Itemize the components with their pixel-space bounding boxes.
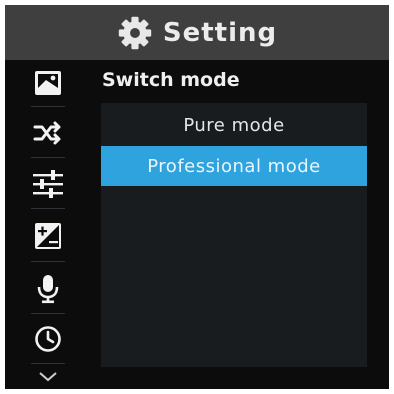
scroll-down-button[interactable] (19, 365, 77, 389)
sidebar-item-time[interactable] (19, 318, 77, 360)
option-professional-mode[interactable]: Professional mode (101, 146, 367, 186)
sidebar-item-adjust[interactable] (19, 163, 77, 205)
sidebar (5, 60, 91, 389)
header-bar: Setting (5, 5, 389, 60)
page-title: Setting (162, 17, 278, 48)
shuffle-icon (33, 121, 61, 145)
section-label: Switch mode (102, 69, 240, 91)
sidebar-item-exposure[interactable] (19, 215, 77, 257)
image-icon (35, 71, 61, 95)
sidebar-item-audio[interactable] (19, 268, 77, 310)
sliders-icon (33, 170, 63, 198)
mode-list: Pure mode Professional mode (101, 103, 367, 367)
sidebar-item-image[interactable] (19, 62, 77, 104)
gear-icon (118, 16, 152, 49)
microphone-icon (37, 275, 59, 304)
device-screen: Setting Switch mode Pure mode Profession… (5, 5, 389, 389)
sidebar-item-shuffle[interactable] (19, 112, 77, 154)
chevron-down-icon (39, 372, 57, 382)
clock-icon (35, 326, 61, 352)
option-pure-mode[interactable]: Pure mode (101, 105, 367, 145)
exposure-icon (35, 223, 61, 249)
